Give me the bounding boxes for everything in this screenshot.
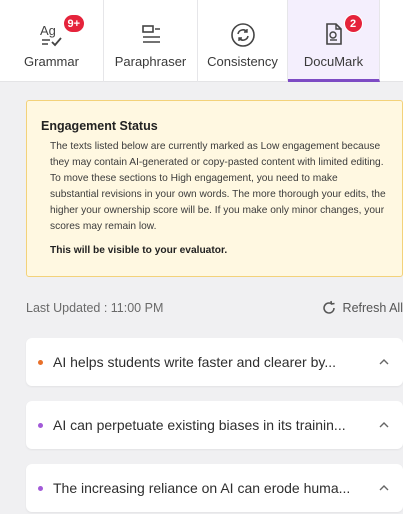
update-status-row: Last Updated : 11:00 PM Refresh All <box>26 298 403 318</box>
chevron-up-icon[interactable] <box>377 481 391 495</box>
refresh-all-button[interactable]: Refresh All <box>321 300 403 316</box>
list-item[interactable]: AI helps students write faster and clear… <box>26 338 403 386</box>
list-item[interactable]: AI can perpetuate existing biases in its… <box>26 401 403 449</box>
evaluator-visibility-note: This will be visible to your evaluator. <box>50 245 228 256</box>
tab-paraphraser[interactable]: Paraphraser <box>104 0 198 82</box>
consistency-circle-icon <box>230 20 256 50</box>
tab-grammar[interactable]: Ag 9+ Grammar <box>0 0 104 82</box>
engagement-status-notice: Engagement Status The texts listed below… <box>26 100 403 277</box>
tool-tab-bar: Ag 9+ Grammar Paraphraser Consistency 2 … <box>0 0 403 82</box>
tab-documark-label: DocuMark <box>303 54 364 69</box>
svg-text:Ag: Ag <box>40 23 56 38</box>
refresh-icon <box>322 300 335 314</box>
tab-consistency[interactable]: Consistency <box>198 0 288 82</box>
tab-consistency-label: Consistency <box>207 54 278 69</box>
tab-grammar-label: Grammar <box>24 54 79 69</box>
list-item[interactable]: The increasing reliance on AI can erode … <box>26 464 403 512</box>
tab-documark[interactable]: 2 DocuMark <box>288 0 380 82</box>
list-item-text: The increasing reliance on AI can erode … <box>53 480 351 496</box>
tab-paraphraser-label: Paraphraser <box>114 54 187 69</box>
list-item-text: AI helps students write faster and clear… <box>53 354 336 370</box>
purple-bullet-icon <box>38 485 43 491</box>
documark-count-badge: 2 <box>343 14 363 33</box>
orange-bullet-icon <box>38 359 43 365</box>
purple-bullet-icon <box>38 422 43 428</box>
list-item-text: AI can perpetuate existing biases in its… <box>53 417 346 433</box>
grammar-check-icon: Ag 9+ <box>39 14 86 50</box>
chevron-up-icon[interactable] <box>377 355 391 369</box>
last-updated-text: Last Updated : 11:00 PM <box>26 301 164 315</box>
engagement-status-title: Engagement Status <box>41 119 158 133</box>
refresh-all-label: Refresh All <box>342 301 403 315</box>
engagement-status-body: The texts listed below are currently mar… <box>50 141 386 232</box>
paraphrase-lines-icon <box>140 20 162 50</box>
grammar-count-badge: 9+ <box>62 14 86 33</box>
documark-document-icon: 2 <box>322 14 363 50</box>
chevron-up-icon[interactable] <box>377 418 391 432</box>
